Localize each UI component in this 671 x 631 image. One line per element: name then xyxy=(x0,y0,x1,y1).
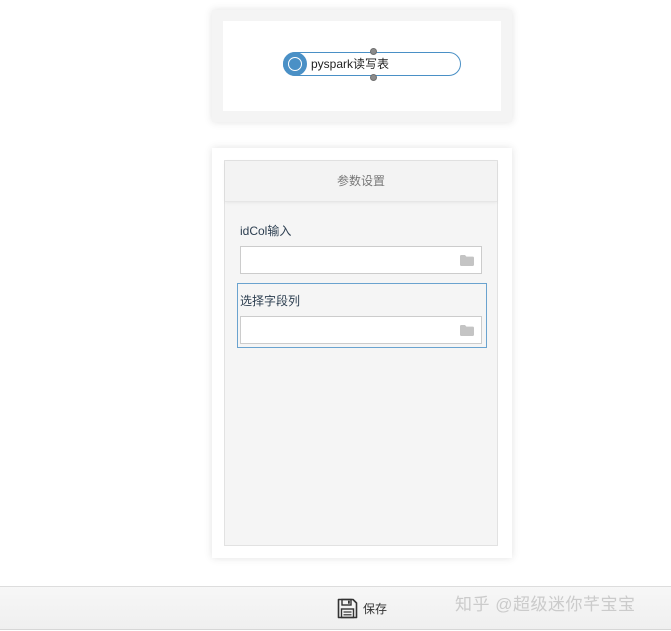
panel-title: 参数设置 xyxy=(225,161,497,202)
select-column-field[interactable] xyxy=(240,316,482,344)
node-circle-icon xyxy=(283,52,307,76)
save-label: 保存 xyxy=(363,602,388,616)
floppy-disk-icon xyxy=(337,598,358,619)
idcol-input[interactable] xyxy=(241,247,463,273)
select-column-input[interactable] xyxy=(241,317,463,343)
parameter-panel: 参数设置 idCol输入 选择字段列 xyxy=(212,148,512,558)
output-port[interactable] xyxy=(370,74,377,81)
node-label: pyspark读写表 xyxy=(311,57,390,71)
input-port[interactable] xyxy=(370,48,377,55)
folder-icon[interactable] xyxy=(460,255,474,266)
workflow-canvas[interactable]: pyspark读写表 xyxy=(223,21,501,111)
select-column-label: 选择字段列 xyxy=(240,294,301,308)
canvas-card: pyspark读写表 xyxy=(212,10,512,122)
idcol-label: idCol输入 xyxy=(240,224,292,238)
workflow-node[interactable]: pyspark读写表 xyxy=(283,48,461,81)
folder-icon[interactable] xyxy=(460,325,474,336)
watermark: 知乎 @超级迷你芊宝宝 xyxy=(455,595,636,614)
bottom-toolbar: 保存 知乎 @超级迷你芊宝宝 xyxy=(0,586,671,630)
idcol-field[interactable] xyxy=(240,246,482,274)
parameter-panel-body: 参数设置 idCol输入 选择字段列 xyxy=(224,160,498,546)
